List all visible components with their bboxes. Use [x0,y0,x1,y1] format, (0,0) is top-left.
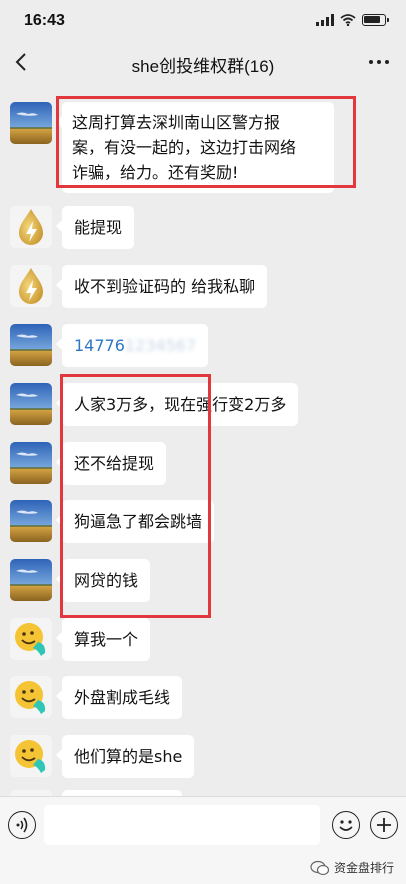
lightning-drop-avatar[interactable] [10,265,52,307]
highlight-box [56,96,356,188]
chat-message-list[interactable]: 这周打算去深圳南山区警方报 案，有没一起的，这边打击网络 诈骗，给力。还有奖励!… [0,84,406,796]
wechat-logo-icon [310,860,330,875]
message-input[interactable] [44,805,320,845]
more-options-icon[interactable] [366,50,392,74]
message-bubble[interactable]: 能提现 [55,206,135,249]
message-row: 能提现 [10,206,135,249]
smiley-phone-avatar[interactable] [10,618,52,660]
highlight-box [60,374,211,618]
message-row: 算我一个 [10,618,151,661]
status-bar: 16:43 [0,0,406,42]
smiley-phone-avatar[interactable] [10,735,52,777]
message-bubble[interactable]: 外盘割成毛线 [55,676,183,719]
landscape-avatar[interactable] [10,559,52,601]
clock-time: 16:43 [24,12,65,29]
message-row: 外盘割成毛线 [10,676,183,719]
chat-title: she创投维权群(16) [131,57,275,76]
signal-icon [316,14,334,26]
message-bubble[interactable]: 算我一个 [55,618,151,661]
voice-input-icon[interactable] [8,811,36,839]
wifi-icon [340,14,356,26]
landscape-avatar[interactable] [10,383,52,425]
emoji-icon[interactable] [332,811,360,839]
status-icons [316,14,389,26]
phone-number-link[interactable]: 14776 [74,336,125,355]
battery-icon [362,14,389,26]
blurred-digits: 1234567 [124,336,197,355]
input-bar: 资金盘排行 [0,796,406,884]
message-row: 147761234567 [10,324,209,367]
watermark-text: 资金盘排行 [333,861,394,875]
landscape-avatar[interactable] [10,500,52,542]
landscape-avatar[interactable] [10,324,52,366]
message-bubble[interactable]: 147761234567 [55,324,209,367]
landscape-avatar[interactable] [10,442,52,484]
lightning-drop-avatar[interactable] [10,206,52,248]
message-row: 收不到验证码的 给我私聊 [10,265,268,308]
message-bubble[interactable]: 他们算的是she [55,735,195,778]
nav-bar: she创投维权群(16) [0,42,406,84]
smiley-phone-avatar[interactable] [10,676,52,718]
watermark: 资金盘排行 [310,859,394,876]
add-attachment-icon[interactable] [370,811,398,839]
landscape-avatar[interactable] [10,102,52,144]
message-bubble[interactable]: 收不到验证码的 给我私聊 [55,265,268,308]
message-row: 他们算的是she [10,735,195,778]
